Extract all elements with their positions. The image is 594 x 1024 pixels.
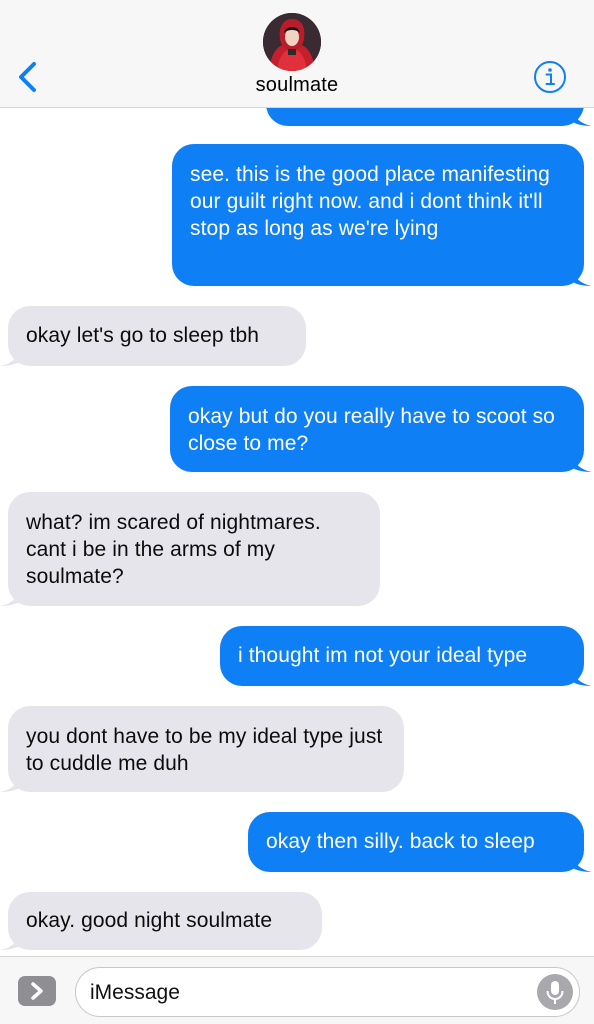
chevron-right-icon: [31, 982, 43, 1000]
info-icon: [534, 61, 566, 93]
message-bubble-outgoing[interactable]: okay but do you really have to scoot so …: [170, 386, 592, 472]
contact-avatar[interactable]: [263, 13, 321, 71]
bubble-tail-icon: [570, 264, 592, 286]
message-text: i thought im not your ideal type: [238, 644, 528, 667]
message-text: okay but do you really have to scoot so …: [188, 405, 555, 455]
message-text: what? im scared of nightmares. cant i be…: [26, 511, 321, 588]
bubble-tail-icon: [0, 928, 22, 950]
conversation-header: soulmate: [0, 0, 594, 108]
message-bubble-outgoing[interactable]: see. this is the good place manifesting …: [172, 144, 592, 286]
message-bubble-incoming[interactable]: okay. good night soulmate: [0, 892, 322, 950]
message-bubble-outgoing[interactable]: okay then silly. back to sleep: [248, 812, 592, 872]
message-text: you dont have to be my ideal type just t…: [26, 725, 383, 775]
message-bubble-incoming[interactable]: you dont have to be my ideal type just t…: [0, 706, 404, 792]
message-thread[interactable]: see. this is the good place manifesting …: [0, 0, 594, 956]
contact-name[interactable]: soulmate: [0, 74, 594, 97]
message-text: okay then silly. back to sleep: [266, 830, 535, 853]
message-input-bar: iMessage: [0, 956, 594, 1024]
message-bubble-outgoing[interactable]: i thought im not your ideal type: [220, 626, 592, 686]
message-text: okay. good night soulmate: [26, 909, 273, 932]
apps-button[interactable]: [18, 976, 56, 1006]
bubble-tail-icon: [570, 850, 592, 872]
bubble-tail-icon: [0, 770, 22, 792]
info-button[interactable]: [533, 60, 567, 94]
message-input-placeholder: iMessage: [90, 981, 180, 1004]
bubble-tail-icon: [570, 664, 592, 686]
message-text: see. this is the good place manifesting …: [190, 163, 550, 240]
bubble-tail-icon: [570, 450, 592, 472]
avatar-image: [263, 13, 321, 71]
message-bubble-incoming[interactable]: what? im scared of nightmares. cant i be…: [0, 492, 380, 606]
message-input[interactable]: iMessage: [75, 967, 580, 1017]
message-text: okay let's go to sleep tbh: [26, 324, 260, 347]
microphone-icon: [546, 981, 564, 1004]
bubble-tail-icon: [0, 344, 22, 366]
bubble-tail-icon: [0, 584, 22, 606]
microphone-button[interactable]: [537, 974, 573, 1010]
message-bubble-incoming[interactable]: okay let's go to sleep tbh: [0, 306, 306, 366]
